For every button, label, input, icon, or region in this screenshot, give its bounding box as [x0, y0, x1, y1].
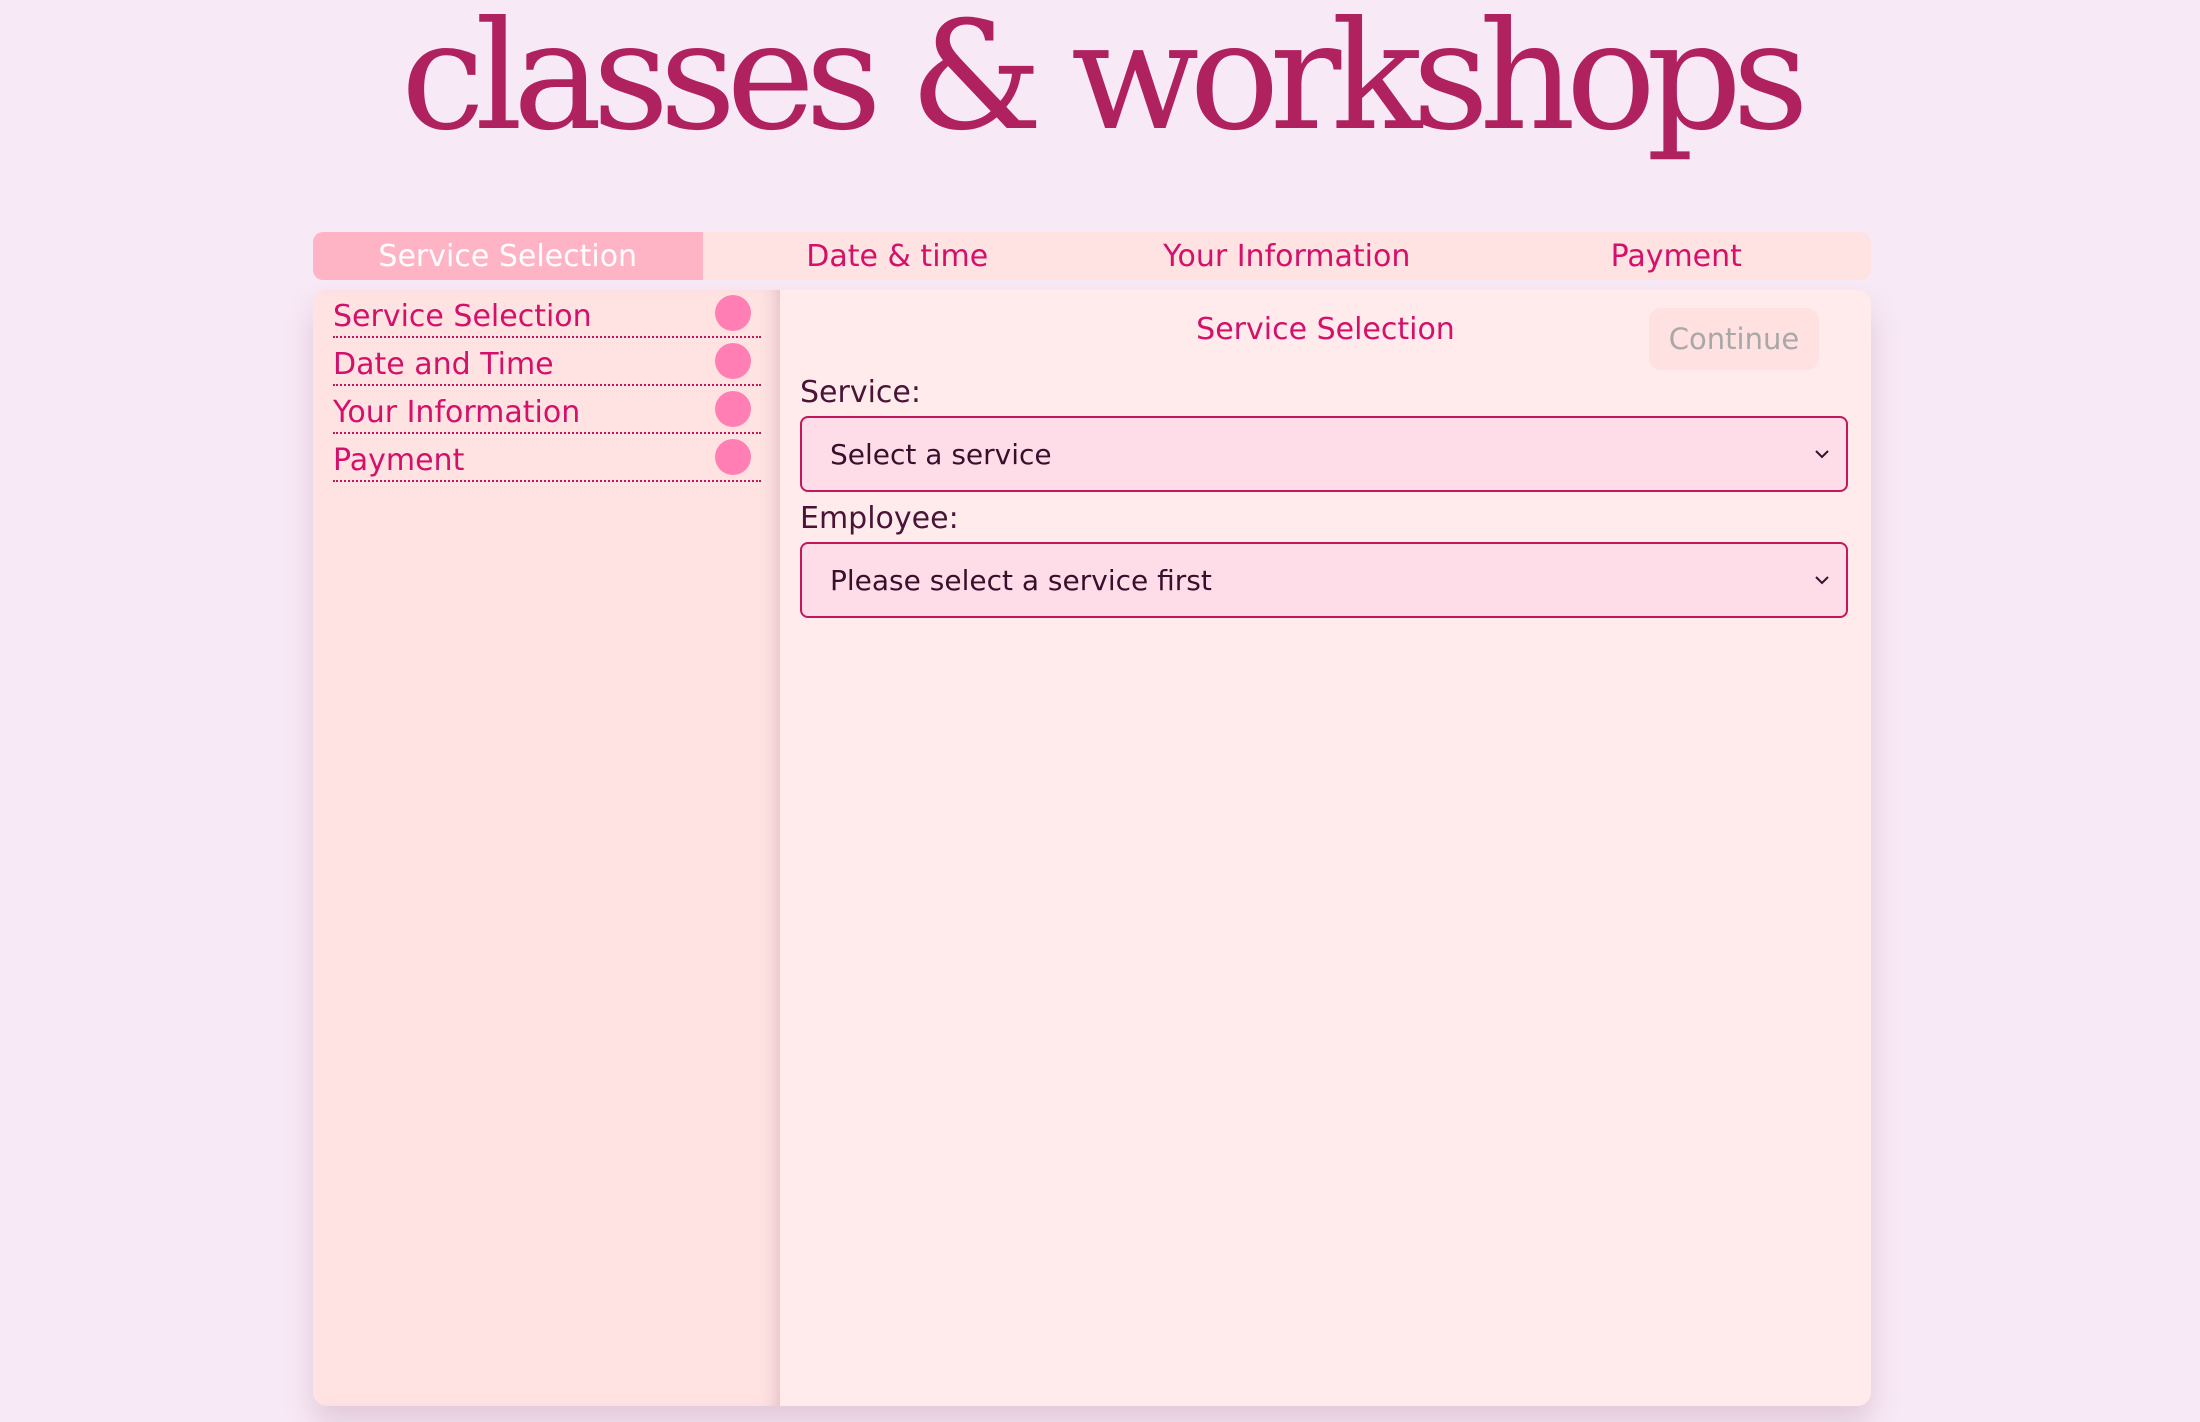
sidebar-item-label: Your Information	[333, 394, 581, 430]
sidebar-item-date-and-time[interactable]: Date and Time	[333, 338, 761, 386]
chevron-down-icon	[1815, 576, 1829, 585]
employee-select-value: Please select a service first	[830, 563, 1212, 597]
service-label: Service:	[800, 375, 921, 410]
sidebar-step-list: Service Selection Date and Time Your Inf…	[333, 290, 761, 482]
circle-icon	[715, 439, 751, 475]
sidebar-item-service-selection[interactable]: Service Selection	[333, 290, 761, 338]
page-title: classes & workshops	[400, 0, 1809, 164]
booking-card: Service Selection Date and Time Your Inf…	[313, 290, 1871, 1406]
sidebar-item-your-information[interactable]: Your Information	[333, 386, 761, 434]
tab-date-time[interactable]: Date & time	[703, 232, 1093, 280]
circle-icon	[715, 391, 751, 427]
tab-payment[interactable]: Payment	[1482, 232, 1872, 280]
chevron-down-icon	[1815, 450, 1829, 459]
sidebar-item-label: Payment	[333, 442, 465, 478]
sidebar-item-label: Service Selection	[333, 298, 592, 334]
employee-label: Employee:	[800, 501, 959, 536]
sidebar-item-label: Date and Time	[333, 346, 554, 382]
circle-icon	[715, 295, 751, 331]
employee-select[interactable]: Please select a service first	[800, 542, 1848, 618]
service-select[interactable]: Select a service	[800, 416, 1848, 492]
step-tabs: Service Selection Date & time Your Infor…	[313, 232, 1871, 280]
circle-icon	[715, 343, 751, 379]
service-select-value: Select a service	[830, 437, 1052, 471]
sidebar: Service Selection Date and Time Your Inf…	[313, 290, 780, 1406]
tab-your-information[interactable]: Your Information	[1092, 232, 1482, 280]
main-panel: Service Selection Continue Service: Sele…	[780, 290, 1871, 1406]
sidebar-item-payment[interactable]: Payment	[333, 434, 761, 482]
continue-button[interactable]: Continue	[1649, 308, 1819, 370]
tab-service-selection[interactable]: Service Selection	[313, 232, 703, 280]
